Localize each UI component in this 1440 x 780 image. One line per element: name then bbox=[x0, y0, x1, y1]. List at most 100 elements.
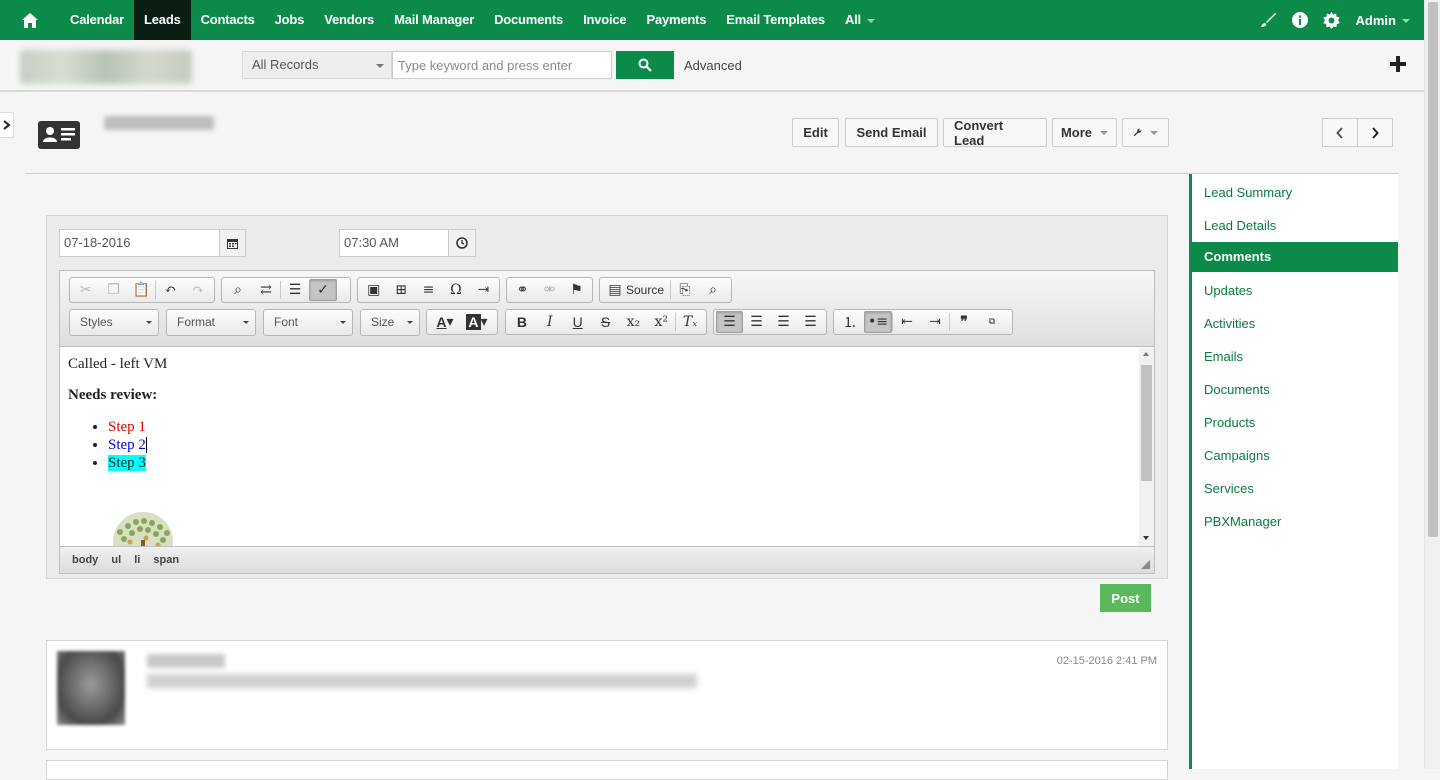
remove-format-icon[interactable]: Tₓ bbox=[676, 311, 704, 333]
next-record-button[interactable] bbox=[1357, 118, 1393, 147]
cut-icon[interactable]: ✂ bbox=[72, 279, 100, 301]
advanced-search-link[interactable]: Advanced bbox=[684, 58, 742, 73]
date-field[interactable]: 07-18-2016 bbox=[59, 229, 245, 257]
template-icon[interactable]: ⎘ bbox=[671, 279, 699, 301]
editor-scrollbar-thumb[interactable] bbox=[1141, 365, 1152, 481]
align-justify-icon[interactable]: ☰ bbox=[797, 311, 824, 333]
link-icon[interactable]: ⚭ bbox=[509, 279, 536, 301]
nav-mail-manager[interactable]: Mail Manager bbox=[384, 0, 484, 40]
table-icon[interactable]: ⊞ bbox=[387, 279, 414, 301]
align-center-icon[interactable]: ☰ bbox=[743, 311, 770, 333]
user-menu[interactable]: Admin bbox=[1348, 13, 1410, 28]
sidebar-item-lead-summary[interactable]: Lead Summary bbox=[1192, 176, 1398, 209]
path-span[interactable]: span bbox=[153, 554, 179, 566]
nav-email-templates[interactable]: Email Templates bbox=[716, 0, 835, 40]
select-all-icon[interactable]: ☰ bbox=[281, 279, 309, 301]
div-container-icon[interactable]: ⧉ bbox=[978, 311, 1006, 333]
page-scrollbar-thumb[interactable] bbox=[1428, 2, 1438, 537]
calendar-icon[interactable] bbox=[219, 229, 246, 257]
align-right-icon[interactable]: ☰ bbox=[770, 311, 797, 333]
paintbrush-icon[interactable] bbox=[1252, 0, 1284, 40]
special-char-icon[interactable]: Ω bbox=[442, 279, 469, 301]
sidebar-item-updates[interactable]: Updates bbox=[1192, 274, 1398, 307]
nav-jobs[interactable]: Jobs bbox=[265, 0, 315, 40]
increase-indent-icon[interactable]: ⇥ bbox=[921, 311, 949, 333]
nav-contacts[interactable]: Contacts bbox=[191, 0, 265, 40]
previous-record-button[interactable] bbox=[1322, 118, 1358, 147]
send-email-button[interactable]: Send Email bbox=[845, 118, 938, 147]
align-left-icon[interactable]: ☰ bbox=[716, 311, 744, 333]
sidebar-item-emails[interactable]: Emails bbox=[1192, 340, 1398, 373]
subscript-icon[interactable]: x₂ bbox=[619, 311, 647, 333]
path-ul[interactable]: ul bbox=[111, 554, 121, 566]
time-field[interactable]: 07:30 AM bbox=[339, 229, 449, 257]
nav-invoice[interactable]: Invoice bbox=[573, 0, 636, 40]
format-combo[interactable]: Format bbox=[166, 309, 256, 336]
path-body[interactable]: body bbox=[72, 554, 98, 566]
sidebar-item-pbxmanager[interactable]: PBXManager bbox=[1192, 505, 1398, 538]
nav-vendors[interactable]: Vendors bbox=[314, 0, 384, 40]
path-li[interactable]: li bbox=[134, 554, 140, 566]
copy-icon[interactable]: ❐ bbox=[100, 279, 128, 301]
more-dropdown[interactable]: More bbox=[1052, 118, 1117, 147]
nav-all-menu[interactable]: All bbox=[835, 0, 885, 40]
sidebar-item-products[interactable]: Products bbox=[1192, 406, 1398, 439]
superscript-icon[interactable]: x² bbox=[647, 311, 675, 333]
replace-icon[interactable]: ⇄ bbox=[252, 279, 280, 301]
decrease-indent-icon[interactable]: ⇤ bbox=[893, 311, 921, 333]
page-break-icon[interactable]: ⇥ bbox=[470, 279, 497, 301]
search-button[interactable] bbox=[616, 51, 674, 79]
info-icon[interactable] bbox=[1284, 0, 1316, 40]
page-scrollbar[interactable] bbox=[1424, 0, 1440, 769]
sidebar-item-services[interactable]: Services bbox=[1192, 472, 1398, 505]
post-button[interactable]: Post bbox=[1100, 584, 1151, 612]
anchor-flag-icon[interactable]: ⚑ bbox=[563, 279, 590, 301]
sidebar-toggle[interactable] bbox=[0, 112, 14, 138]
find-icon[interactable]: ⌕ bbox=[224, 279, 252, 301]
size-combo[interactable]: Size bbox=[360, 309, 420, 336]
tools-dropdown[interactable] bbox=[1122, 118, 1169, 147]
clock-icon[interactable] bbox=[448, 229, 476, 257]
sidebar-item-activities[interactable]: Activities bbox=[1192, 307, 1398, 340]
styles-combo[interactable]: Styles bbox=[69, 309, 159, 336]
unlink-icon[interactable]: ⚮ bbox=[536, 279, 563, 301]
strikethrough-icon[interactable]: S bbox=[592, 311, 620, 333]
blockquote-icon[interactable]: ❞ bbox=[950, 311, 978, 333]
source-button[interactable]: ▤ Source bbox=[602, 279, 670, 301]
font-combo[interactable]: Font bbox=[263, 309, 353, 336]
convert-lead-button[interactable]: Convert Lead bbox=[943, 118, 1047, 148]
redo-icon[interactable]: ↷ bbox=[184, 279, 212, 301]
plus-icon[interactable] bbox=[1388, 54, 1408, 77]
text-color-icon[interactable]: A ▾ bbox=[429, 311, 461, 333]
resize-handle-icon[interactable] bbox=[1141, 560, 1150, 569]
nav-payments[interactable]: Payments bbox=[636, 0, 716, 40]
home-icon[interactable] bbox=[0, 0, 60, 40]
search-scope-select[interactable]: All Records bbox=[242, 51, 392, 79]
gear-icon[interactable] bbox=[1316, 0, 1348, 40]
nav-documents[interactable]: Documents bbox=[484, 0, 573, 40]
preview-icon[interactable]: ⌕ bbox=[699, 279, 727, 301]
paste-icon[interactable]: 📋 bbox=[128, 279, 156, 301]
image-icon[interactable]: ▣ bbox=[360, 279, 387, 301]
spellcheck-icon[interactable]: ✓ bbox=[309, 279, 337, 301]
editor-content[interactable]: Called - left VM Needs review: Step 1 St… bbox=[60, 348, 1138, 546]
background-color-icon[interactable]: A ▾ bbox=[461, 311, 493, 333]
sidebar-item-documents[interactable]: Documents bbox=[1192, 373, 1398, 406]
scroll-down-icon[interactable] bbox=[1143, 536, 1149, 540]
edit-button[interactable]: Edit bbox=[792, 118, 839, 147]
undo-icon[interactable]: ↶ bbox=[156, 279, 184, 301]
nav-calendar[interactable]: Calendar bbox=[60, 0, 134, 40]
underline-icon[interactable]: U bbox=[564, 311, 592, 333]
nav-leads[interactable]: Leads bbox=[134, 0, 191, 40]
scroll-up-icon[interactable] bbox=[1143, 352, 1149, 356]
search-input[interactable] bbox=[392, 51, 612, 79]
sidebar-item-comments[interactable]: Comments bbox=[1192, 242, 1398, 272]
sidebar-item-lead-details[interactable]: Lead Details bbox=[1192, 209, 1398, 242]
horizontal-line-icon[interactable]: ≡ bbox=[415, 279, 442, 301]
numbered-list-icon[interactable]: ⒈ bbox=[836, 311, 864, 333]
bulleted-list-icon[interactable]: •≡ bbox=[864, 311, 892, 333]
italic-icon[interactable]: I bbox=[536, 311, 564, 333]
sidebar-item-campaigns[interactable]: Campaigns bbox=[1192, 439, 1398, 472]
editor-scrollbar[interactable] bbox=[1139, 348, 1154, 546]
bold-icon[interactable]: B bbox=[508, 311, 536, 333]
